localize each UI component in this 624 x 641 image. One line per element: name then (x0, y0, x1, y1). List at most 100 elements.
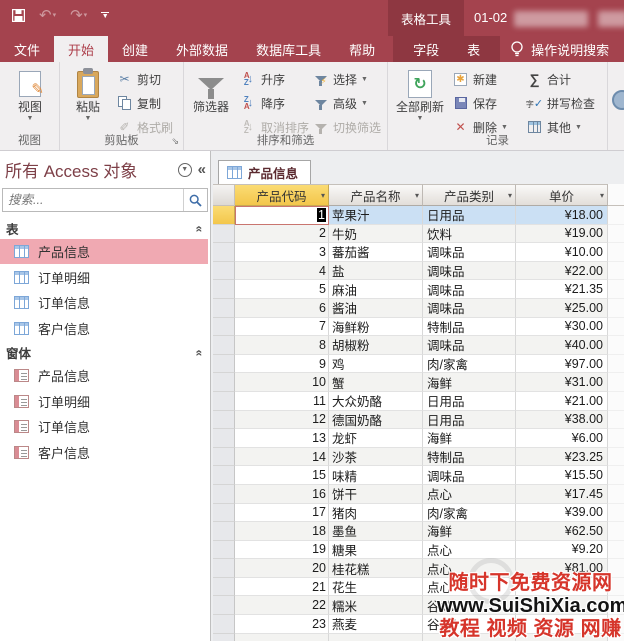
column-dropdown-icon[interactable]: ▾ (415, 191, 419, 200)
refresh-all-button[interactable]: ↻ 全部刷新 ▼ (394, 67, 446, 122)
cell-cat[interactable] (423, 633, 516, 641)
cell-code[interactable]: 4 (235, 261, 329, 281)
cell-name[interactable]: 桂花糕 (329, 559, 423, 578)
cell-cat[interactable]: 特制品 (423, 447, 516, 467)
ribbon-tab-1[interactable]: 开始 (54, 36, 109, 62)
record-selector[interactable] (213, 615, 235, 634)
cell-price[interactable]: ¥10.00 (516, 243, 608, 262)
undo-icon[interactable]: ↶ ▾ (39, 6, 56, 24)
cell-name[interactable]: 麻油 (329, 280, 423, 299)
record-selector[interactable] (213, 429, 235, 448)
find-icon[interactable] (612, 90, 624, 110)
nav-item-form-0[interactable]: 产品信息 (0, 363, 208, 388)
ribbon-tab-6[interactable]: 字段 (399, 36, 453, 62)
cell-price[interactable]: ¥97.00 (516, 354, 608, 374)
cell-cat[interactable]: 调味品 (423, 298, 516, 318)
cell-price[interactable]: ¥81.00 (516, 559, 608, 578)
record-selector[interactable] (213, 317, 235, 337)
column-dropdown-icon[interactable]: ▾ (508, 191, 512, 200)
cell-name[interactable]: 胡椒粉 (329, 336, 423, 355)
copy-button[interactable]: 复制 (116, 94, 173, 112)
cell-name[interactable]: 味精 (329, 466, 423, 485)
column-header-1[interactable]: 产品名称 ▾ (329, 184, 423, 206)
cell-price[interactable] (516, 615, 608, 634)
cell-name[interactable]: 德国奶酪 (329, 410, 423, 430)
cell-cat[interactable]: 日用品 (423, 391, 516, 411)
save-icon[interactable] (12, 8, 25, 22)
column-dropdown-icon[interactable]: ▾ (600, 191, 604, 200)
selection-button[interactable]: ⚡ 选择 ▼ (312, 70, 381, 88)
cell-name[interactable]: 龙虾 (329, 429, 423, 448)
cell-cat[interactable]: 点心 (423, 577, 516, 597)
advanced-filter-button[interactable]: 高级 ▼ (312, 94, 381, 112)
record-selector[interactable] (213, 391, 235, 411)
record-selector[interactable] (213, 206, 235, 225)
cell-name[interactable]: 苹果汁 (329, 206, 423, 225)
ribbon-tab-0[interactable]: 文件 (0, 36, 54, 62)
cell-price[interactable]: ¥21.35 (516, 280, 608, 299)
cell-price[interactable]: ¥19.00 (516, 224, 608, 244)
record-selector[interactable] (213, 261, 235, 281)
nav-item-table-0[interactable]: 产品信息 (0, 239, 208, 264)
filter-button[interactable]: 筛选器 (188, 67, 234, 114)
sort-descending-button[interactable]: Z A ↓ 降序 (240, 94, 309, 112)
cell-name[interactable]: 饼干 (329, 484, 423, 504)
cell-code[interactable]: 10 (235, 373, 329, 392)
cell-price[interactable]: ¥38.00 (516, 410, 608, 430)
cell-cat[interactable]: 日用品 (423, 410, 516, 430)
record-selector[interactable] (213, 336, 235, 355)
cell-cat[interactable]: 调味品 (423, 280, 516, 299)
sort-ascending-button[interactable]: A Z ↓ 升序 (240, 70, 309, 88)
cell-name[interactable]: 蟹 (329, 373, 423, 392)
cell-price[interactable]: ¥40.00 (516, 336, 608, 355)
cell-name[interactable]: 酱油 (329, 298, 423, 318)
new-record-button[interactable]: ✱ 新建 (452, 70, 508, 88)
cell-name[interactable]: 燕麦 (329, 615, 423, 634)
cell-name[interactable]: 花生 (329, 577, 423, 597)
cell-code[interactable]: 19 (235, 540, 329, 560)
cell-code[interactable]: 22 (235, 596, 329, 616)
cell-cat[interactable]: 点心 (423, 559, 516, 578)
cell-cat[interactable]: 谷类/ (423, 596, 516, 616)
record-selector[interactable] (213, 559, 235, 578)
tell-me-search[interactable]: 操作说明搜索 (510, 36, 609, 62)
cell-cat[interactable]: 调味品 (423, 243, 516, 262)
cell-code[interactable]: 3 (235, 243, 329, 262)
document-tab[interactable]: 产品信息 (218, 160, 312, 184)
cell-code[interactable]: 20 (235, 559, 329, 578)
cell-price[interactable]: ¥62.50 (516, 522, 608, 541)
cell-name[interactable]: 牛奶 (329, 224, 423, 244)
cell-cat[interactable]: 点心 (423, 540, 516, 560)
cell-code[interactable]: 8 (235, 336, 329, 355)
cell-code[interactable]: 14 (235, 447, 329, 467)
record-selector[interactable] (213, 577, 235, 597)
column-header-0[interactable]: 产品代码 ▾ (235, 184, 329, 206)
nav-item-form-1[interactable]: 订单明细 (0, 389, 208, 414)
cell-cat[interactable]: 海鲜 (423, 429, 516, 448)
record-selector[interactable] (213, 466, 235, 485)
cell-name[interactable]: 蕃茄酱 (329, 243, 423, 262)
cell-name[interactable]: 沙茶 (329, 447, 423, 467)
ribbon-tab-7[interactable]: 表 (453, 36, 494, 62)
cell-price[interactable]: ¥17.45 (516, 484, 608, 504)
column-header-2[interactable]: 产品类别 ▾ (423, 184, 516, 206)
cell-price[interactable] (516, 577, 608, 597)
totals-button[interactable]: ∑ 合计 (526, 70, 595, 88)
ribbon-tab-5[interactable]: 帮助 (335, 36, 389, 62)
ribbon-tab-3[interactable]: 外部数据 (162, 36, 242, 62)
cell-name[interactable]: 墨鱼 (329, 522, 423, 541)
cell-price[interactable]: ¥25.00 (516, 298, 608, 318)
cell-code[interactable]: 16 (235, 484, 329, 504)
cell-code[interactable]: 11 (235, 391, 329, 411)
cell-code[interactable]: 9 (235, 354, 329, 374)
cell-cat[interactable]: 肉/家禽 (423, 503, 516, 523)
cell-cat[interactable]: 饮料 (423, 224, 516, 244)
record-selector[interactable] (213, 596, 235, 616)
cell-name[interactable]: 盐 (329, 261, 423, 281)
nav-item-table-2[interactable]: 订单信息 (0, 290, 208, 315)
nav-section-header[interactable]: 表 « (0, 218, 211, 239)
record-selector[interactable] (213, 298, 235, 318)
nav-item-table-3[interactable]: 客户信息 (0, 316, 208, 341)
record-selector[interactable] (213, 224, 235, 244)
cell-price[interactable]: ¥6.00 (516, 429, 608, 448)
